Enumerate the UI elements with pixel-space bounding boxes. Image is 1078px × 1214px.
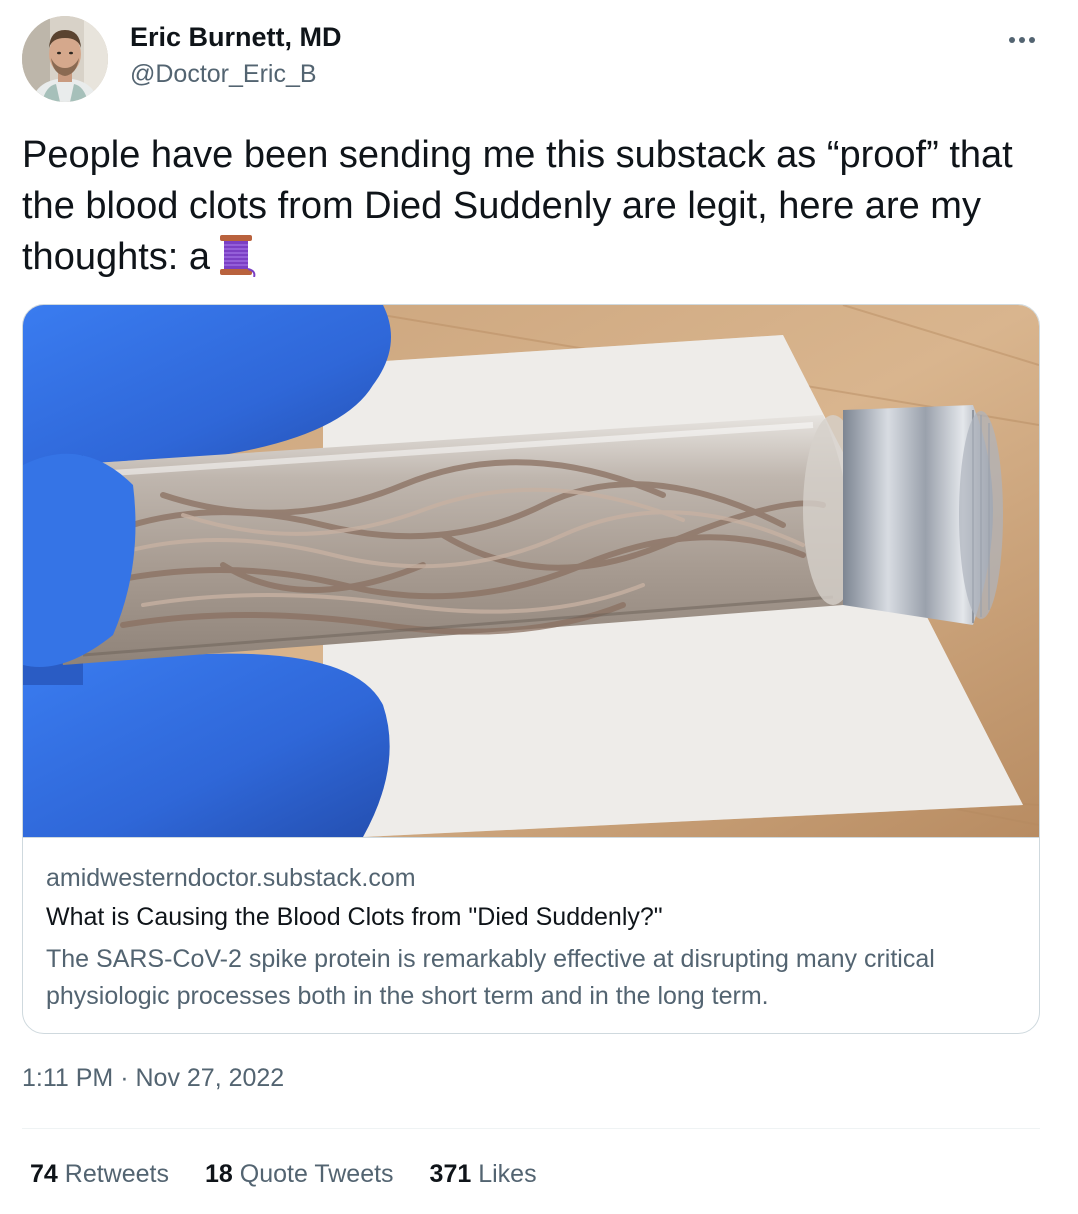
card-description: The SARS-CoV-2 spike protein is remarkab… [46, 945, 935, 1010]
more-options-button[interactable] [1000, 24, 1044, 56]
timestamp-time: 1:11 PM [22, 1064, 114, 1092]
quote-tweets-label: Quote Tweets [239, 1160, 394, 1188]
author-handle[interactable]: @Doctor_Eric_B [130, 60, 317, 89]
blood-clot-vial-image [23, 305, 1039, 837]
retweets-stat[interactable]: 74 Retweets [30, 1160, 169, 1189]
tweet-container: Eric Burnett, MD @Doctor_Eric_B People h… [0, 0, 1078, 1214]
tweet-text: People have been sending me this substac… [22, 130, 1052, 283]
tweet-body: People have been sending me this substac… [22, 134, 1013, 278]
likes-stat[interactable]: 371 Likes [430, 1160, 537, 1189]
likes-count: 371 [429, 1160, 472, 1188]
timestamp-date: Nov 27, 2022 [135, 1064, 285, 1092]
retweets-count: 74 [30, 1160, 58, 1188]
card-image [23, 305, 1039, 838]
engagement-stats: 74 Retweets 18 Quote Tweets 371 Likes [30, 1160, 573, 1189]
thread-spool-icon [220, 235, 256, 277]
link-preview-card[interactable]: amidwesterndoctor.substack.com What is C… [22, 304, 1040, 1034]
divider [22, 1128, 1040, 1129]
avatar[interactable] [22, 16, 108, 102]
retweets-label: Retweets [64, 1160, 169, 1188]
quote-tweets-stat[interactable]: 18 Quote Tweets [205, 1160, 394, 1189]
card-title: What is Causing the Blood Clots from "Di… [46, 903, 663, 931]
timestamp-separator: · [120, 1064, 129, 1092]
profile-photo [22, 16, 108, 102]
card-domain: amidwesterndoctor.substack.com [46, 864, 416, 892]
tweet-timestamp[interactable]: 1:11 PM · Nov 27, 2022 [22, 1064, 284, 1093]
likes-label: Likes [478, 1160, 537, 1188]
more-horizontal-icon [1009, 37, 1035, 43]
author-name[interactable]: Eric Burnett, MD [130, 22, 342, 53]
quote-tweets-count: 18 [204, 1160, 233, 1188]
